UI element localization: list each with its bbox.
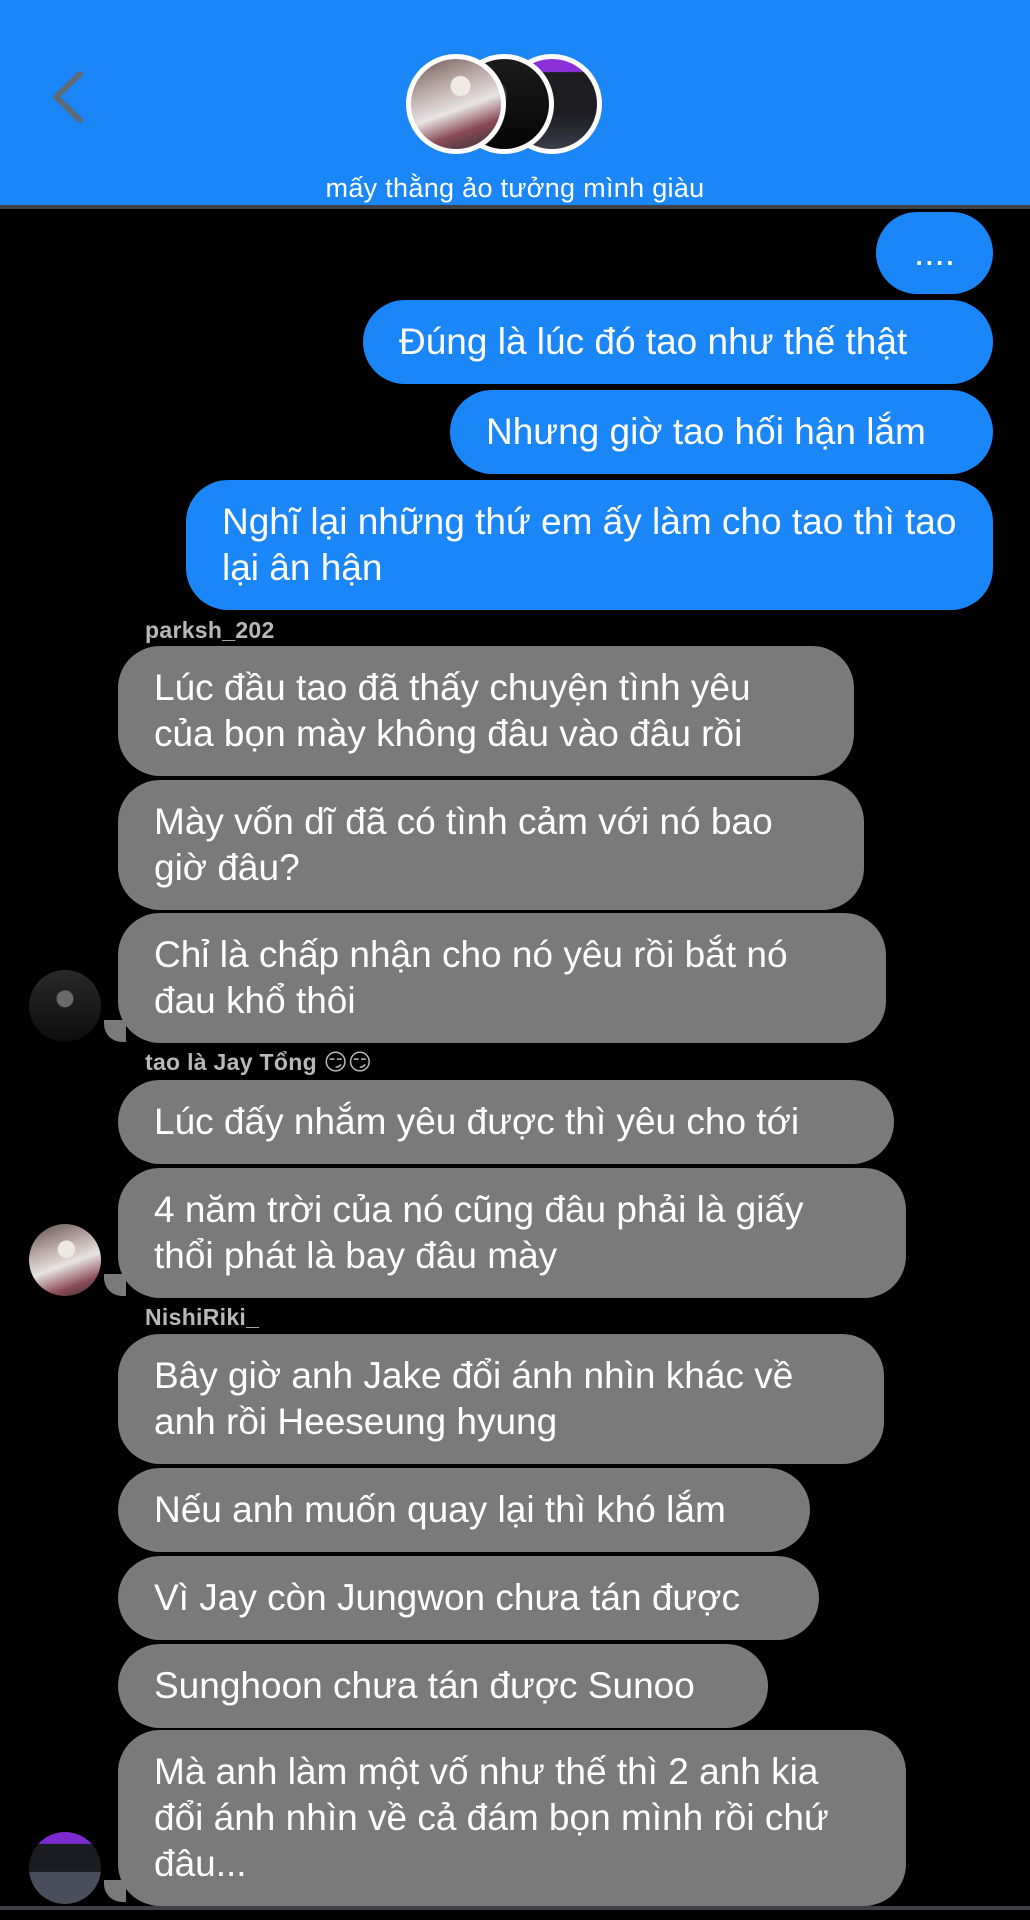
bubble-tail bbox=[104, 1274, 126, 1296]
message-text: Nghĩ lại những thứ em ấy làm cho tao thì… bbox=[222, 501, 957, 588]
incoming-message[interactable]: Mày vốn dĩ đã có tình cảm với nó bao giờ… bbox=[118, 780, 864, 910]
avatar[interactable] bbox=[29, 970, 101, 1042]
incoming-message[interactable]: Nếu anh muốn quay lại thì khó lắm bbox=[118, 1468, 810, 1552]
message-text: .... bbox=[913, 232, 956, 273]
message-text: Chỉ là chấp nhận cho nó yêu rồi bắt nó đ… bbox=[154, 934, 788, 1021]
message-text: Lúc đấy nhắm yêu được thì yêu cho tới bbox=[154, 1101, 800, 1142]
message-text: Sunghoon chưa tán được Sunoo bbox=[154, 1665, 695, 1706]
group-member-avatar bbox=[406, 54, 506, 154]
chevron-left-icon[interactable] bbox=[46, 70, 90, 124]
message-text: Vì Jay còn Jungwon chưa tán được bbox=[154, 1577, 740, 1618]
incoming-message[interactable]: Lúc đầu tao đã thấy chuyện tình yêu của … bbox=[118, 646, 854, 776]
avatar[interactable] bbox=[29, 1224, 101, 1296]
chat-title[interactable]: mấy thằng ảo tưởng mình giàu bbox=[0, 173, 1030, 204]
sender-name: NishiRiki_ bbox=[145, 1304, 260, 1330]
incoming-message[interactable]: Vì Jay còn Jungwon chưa tán được bbox=[118, 1556, 819, 1640]
bubble-tail bbox=[104, 1880, 126, 1902]
sender-name: tao là Jay Tổng 😏😏 bbox=[145, 1049, 373, 1075]
message-text: Mày vốn dĩ đã có tình cảm với nó bao giờ… bbox=[154, 801, 773, 888]
message-text: Đúng là lúc đó tao như thế thật bbox=[399, 321, 908, 362]
message-text: Nhưng giờ tao hối hận lắm bbox=[486, 411, 926, 452]
incoming-message[interactable]: Chỉ là chấp nhận cho nó yêu rồi bắt nó đ… bbox=[118, 913, 886, 1043]
bubble-tail bbox=[104, 1020, 126, 1042]
message-text: Bây giờ anh Jake đổi ánh nhìn khác về an… bbox=[154, 1355, 794, 1442]
message-text: Lúc đầu tao đã thấy chuyện tình yêu của … bbox=[154, 667, 751, 754]
avatar[interactable] bbox=[29, 1832, 101, 1904]
message-text: Mà anh làm một vố như thế thì 2 anh kia … bbox=[154, 1751, 829, 1884]
outgoing-message[interactable]: Đúng là lúc đó tao như thế thật bbox=[363, 300, 993, 384]
incoming-message[interactable]: Lúc đấy nhắm yêu được thì yêu cho tới bbox=[118, 1080, 894, 1164]
chat-header: mấy thằng ảo tưởng mình giàu bbox=[0, 0, 1030, 209]
incoming-message[interactable]: Bây giờ anh Jake đổi ánh nhìn khác về an… bbox=[118, 1334, 884, 1464]
outgoing-message[interactable]: Nhưng giờ tao hối hận lắm bbox=[450, 390, 993, 474]
divider bbox=[0, 1906, 1030, 1910]
sender-name: parksh_202 bbox=[145, 617, 275, 643]
outgoing-message[interactable]: .... bbox=[876, 212, 993, 294]
group-avatar-stack[interactable] bbox=[406, 54, 606, 164]
incoming-message[interactable]: Sunghoon chưa tán được Sunoo bbox=[118, 1644, 768, 1728]
message-text: 4 năm trời của nó cũng đâu phải là giấy … bbox=[154, 1189, 804, 1276]
incoming-message[interactable]: Mà anh làm một vố như thế thì 2 anh kia … bbox=[118, 1730, 906, 1906]
incoming-message[interactable]: 4 năm trời của nó cũng đâu phải là giấy … bbox=[118, 1168, 906, 1298]
outgoing-message[interactable]: Nghĩ lại những thứ em ấy làm cho tao thì… bbox=[186, 480, 993, 610]
message-text: Nếu anh muốn quay lại thì khó lắm bbox=[154, 1489, 726, 1530]
